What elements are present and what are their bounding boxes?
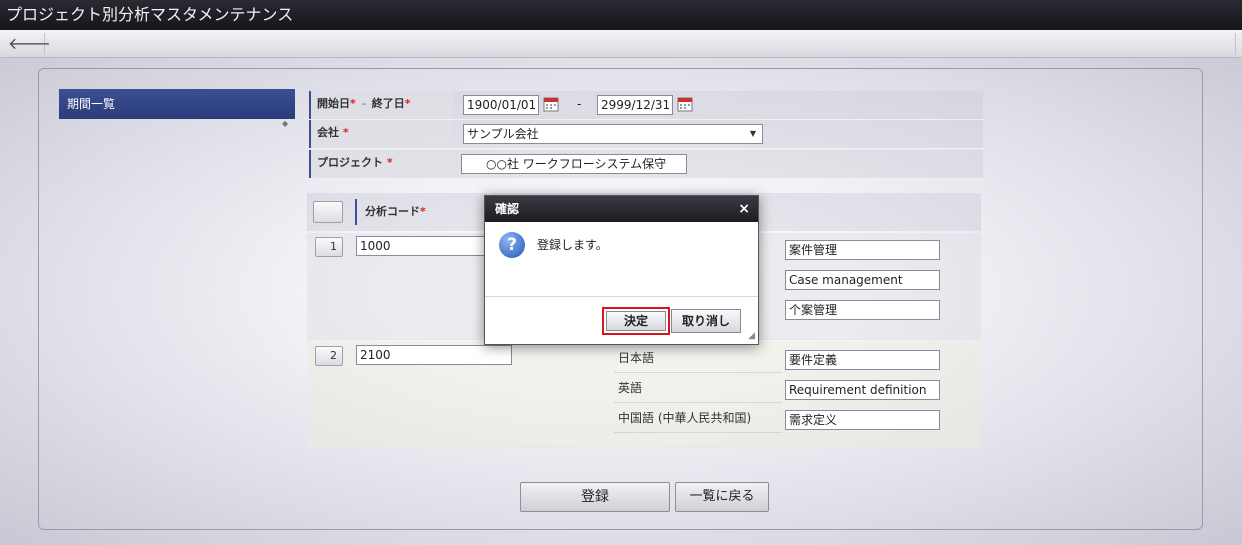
dialog-message: 登録します。: [537, 238, 608, 252]
back-button[interactable]: 🡐: [8, 33, 51, 55]
cancel-button[interactable]: 取り消し: [671, 309, 741, 333]
register-button[interactable]: 登録: [520, 482, 670, 512]
language-label: 中国語 (中華人民共和国): [614, 405, 782, 433]
label-separator: -: [361, 97, 366, 110]
calendar-icon[interactable]: [543, 96, 559, 112]
question-icon: ?: [499, 232, 525, 258]
arrow-left-icon: 🡐: [8, 34, 51, 53]
start-date-input[interactable]: 1900/01/01: [463, 95, 539, 115]
toolbar-divider: [1235, 33, 1236, 55]
end-date-input[interactable]: 2999/12/31: [597, 95, 673, 115]
toolbar: 🡐: [0, 30, 1242, 58]
language-label: 日本語: [614, 345, 782, 373]
company-select-value: サンプル会社: [467, 127, 539, 141]
project-label: プロジェクト *: [309, 150, 453, 178]
dialog-title: 確認 ×: [485, 196, 758, 222]
row-index[interactable]: 1: [315, 237, 343, 257]
end-date-label: 終了日: [371, 97, 405, 110]
sidebar-item-label: 期間一覧: [67, 97, 116, 111]
required-mark: *: [342, 126, 349, 139]
select-all-checkbox[interactable]: [313, 201, 343, 223]
confirm-dialog: 確認 × ? 登録します。 決定 取り消し ◢: [484, 195, 759, 345]
dialog-divider: [485, 296, 758, 297]
required-mark: *: [404, 97, 411, 110]
code-column-header: 分析コード*: [355, 199, 426, 225]
row-index[interactable]: 2: [315, 346, 343, 366]
code-header-text: 分析コード: [365, 205, 420, 218]
code-input[interactable]: 2100: [356, 345, 512, 365]
date-range-separator: -: [577, 97, 582, 111]
period-row: 開始日* - 終了日* 1900/01/01 - 2999/12/31: [309, 91, 983, 120]
project-label-text: プロジェクト: [317, 156, 383, 169]
close-icon[interactable]: ×: [738, 196, 750, 222]
name-input-zh[interactable]: 个案管理: [785, 300, 940, 320]
required-mark: *: [420, 205, 426, 218]
required-mark: *: [350, 97, 356, 110]
pin-icon[interactable]: ◆: [282, 119, 288, 128]
name-input-ja[interactable]: 案件管理: [785, 240, 940, 260]
name-input-ja[interactable]: 要件定義: [785, 350, 940, 370]
dialog-title-text: 確認: [495, 202, 520, 216]
name-input-en[interactable]: Requirement definition: [785, 380, 940, 400]
language-label: 英語: [614, 375, 782, 403]
resize-grip-icon[interactable]: ◢: [748, 331, 755, 341]
company-label-text: 会社: [317, 126, 339, 139]
project-field[interactable]: ○○社 ワークフローシステム保守: [461, 154, 687, 174]
company-row: 会社 * サンプル会社 ▼: [309, 120, 983, 149]
company-select[interactable]: サンプル会社 ▼: [463, 124, 763, 144]
start-date-label: 開始日: [317, 97, 350, 110]
sidebar-item-period-list[interactable]: 期間一覧: [59, 89, 295, 119]
required-mark: *: [386, 156, 393, 169]
project-row: プロジェクト * ✔ ○○社 ワークフローシステム保守: [309, 150, 983, 179]
chevron-down-icon: ▼: [749, 129, 756, 138]
calendar-icon[interactable]: [677, 96, 693, 112]
period-label: 開始日* - 終了日*: [309, 91, 453, 119]
name-input-en[interactable]: Case management: [785, 270, 940, 290]
window-title: プロジェクト別分析マスタメンテナンス: [0, 0, 1242, 30]
name-input-zh[interactable]: 需求定义: [785, 410, 940, 430]
company-label: 会社 *: [309, 120, 453, 148]
back-to-list-button[interactable]: 一覧に戻る: [675, 482, 769, 512]
ok-button[interactable]: 決定: [606, 311, 666, 331]
ok-button-highlight: 決定: [602, 307, 670, 335]
